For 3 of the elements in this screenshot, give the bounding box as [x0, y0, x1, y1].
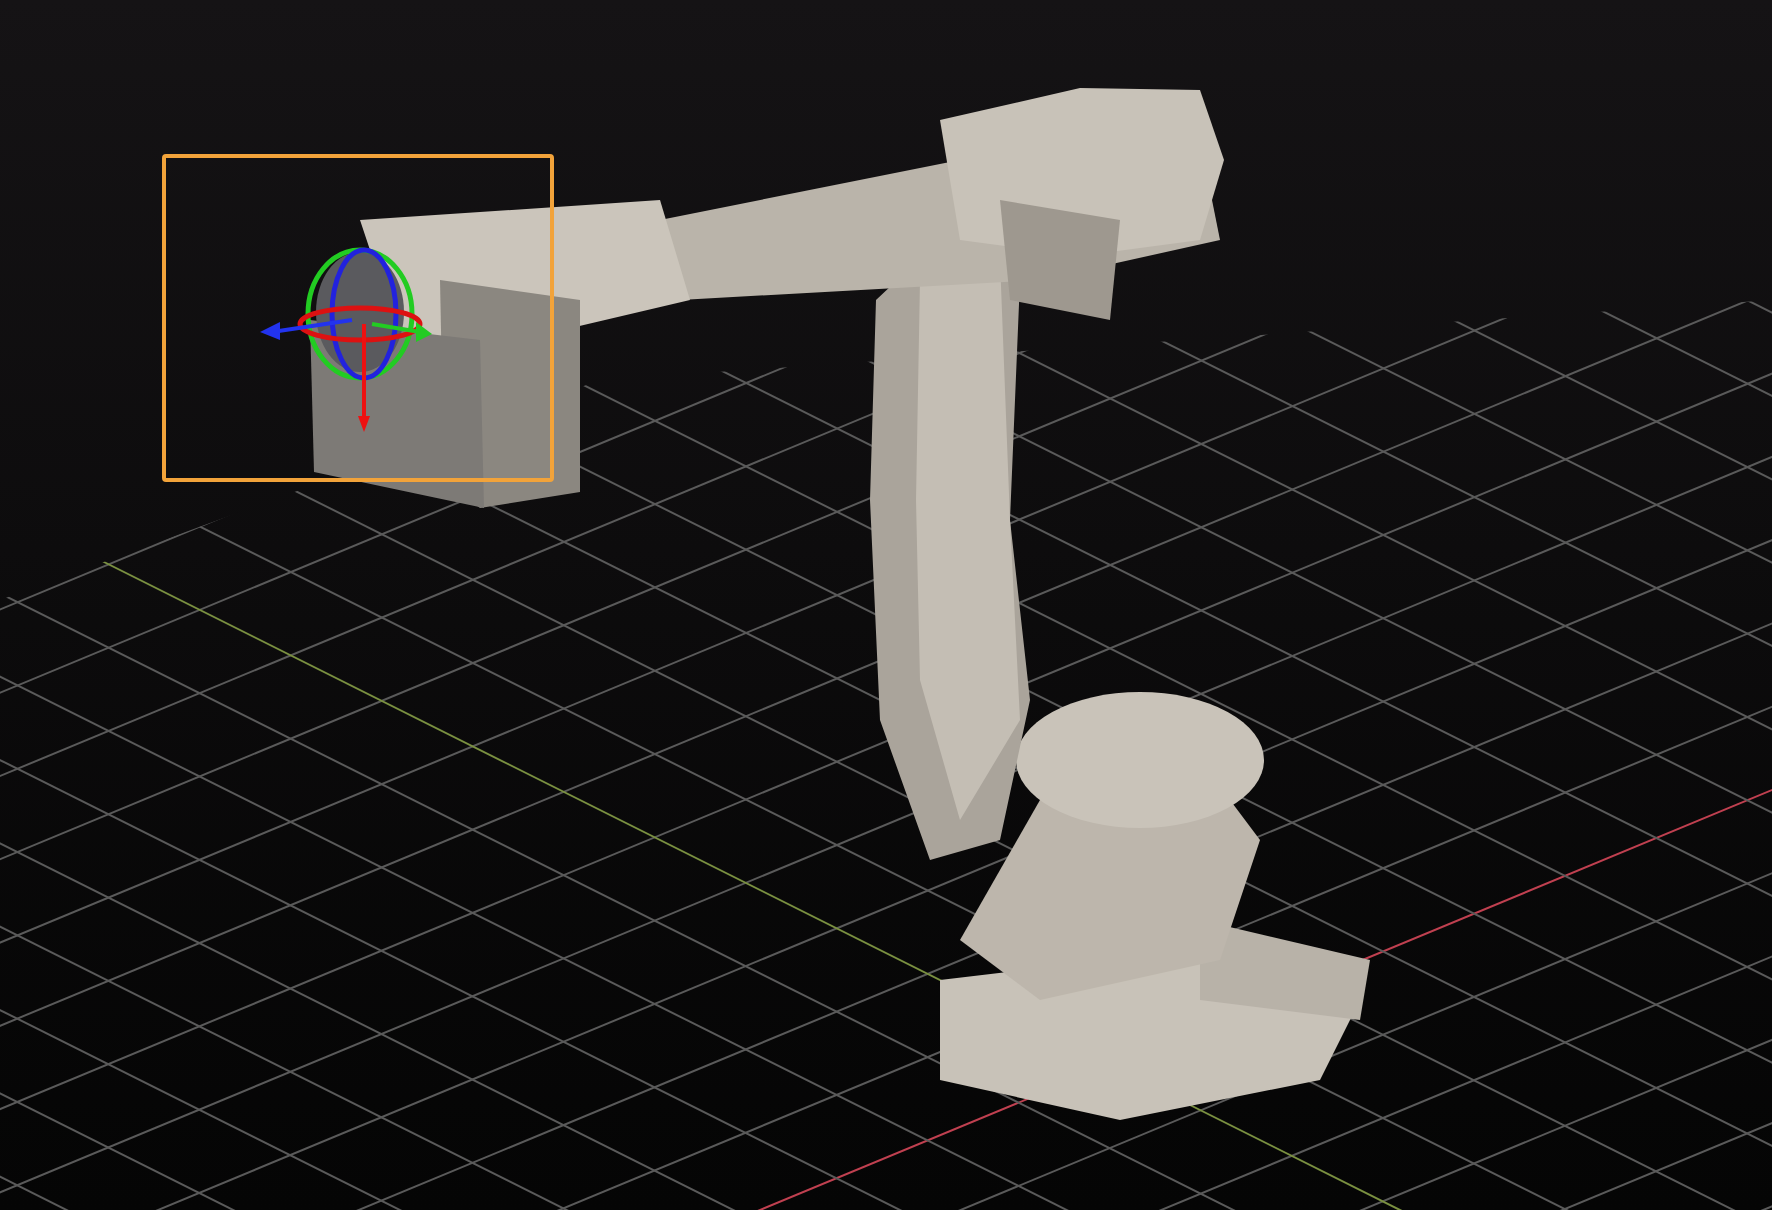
3d-viewport[interactable]: [0, 0, 1772, 1210]
robot-model-drawing[interactable]: [162, 88, 1370, 1120]
transform-gizmo-icon[interactable]: [260, 247, 432, 432]
